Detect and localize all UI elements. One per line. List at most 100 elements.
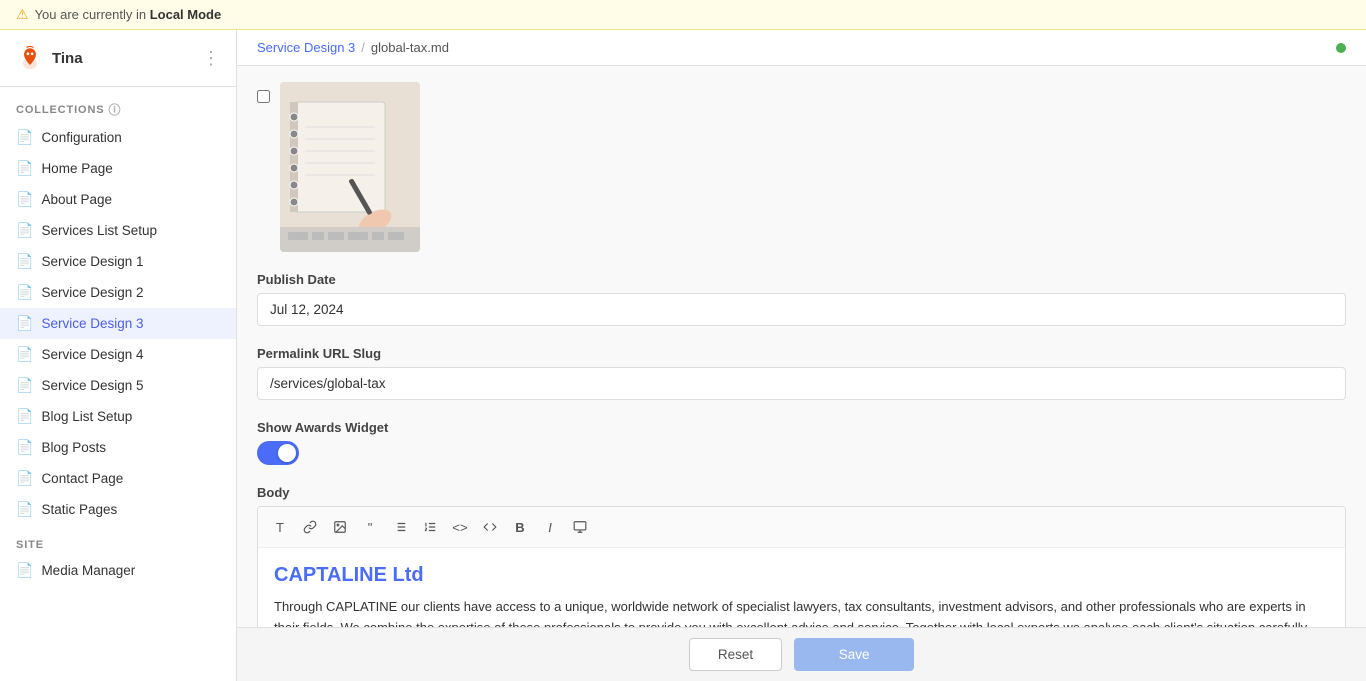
sidebar-item-service-design-4[interactable]: 📄 Service Design 4 bbox=[0, 339, 236, 370]
editor-title: CAPTALINE Ltd bbox=[274, 564, 1329, 587]
sidebar-item-label: Configuration bbox=[41, 130, 121, 145]
ol-btn[interactable] bbox=[416, 513, 444, 541]
editor-toolbar: T " bbox=[258, 507, 1345, 548]
sidebar-header: Tina ⋮ bbox=[0, 30, 236, 87]
sidebar-item-label: Blog List Setup bbox=[41, 409, 132, 424]
file-icon: 📄 bbox=[16, 160, 33, 177]
permalink-input[interactable] bbox=[257, 367, 1346, 400]
image-thumb-inner bbox=[280, 82, 420, 252]
sidebar-item-label: Service Design 3 bbox=[41, 316, 143, 331]
sidebar-item-label: Static Pages bbox=[41, 502, 117, 517]
sidebar-item-home-page[interactable]: 📄 Home Page bbox=[0, 153, 236, 184]
awards-toggle-container bbox=[257, 441, 1346, 465]
permalink-field: Permalink URL Slug bbox=[257, 346, 1346, 400]
quote-btn[interactable]: " bbox=[356, 513, 384, 541]
sidebar-item-label: Contact Page bbox=[41, 471, 123, 486]
sidebar-item-about-page[interactable]: 📄 About Page bbox=[0, 184, 236, 215]
sidebar-brand: Tina bbox=[16, 44, 83, 72]
sidebar-item-label: About Page bbox=[41, 192, 112, 207]
notebook-image bbox=[280, 82, 420, 252]
image-thumbnail bbox=[280, 82, 420, 252]
sidebar-item-static-pages[interactable]: 📄 Static Pages bbox=[0, 494, 236, 525]
italic-btn[interactable]: I bbox=[536, 513, 564, 541]
breadcrumb-separator: / bbox=[361, 40, 365, 55]
status-dot bbox=[1336, 43, 1346, 53]
file-icon: 📄 bbox=[16, 253, 33, 270]
file-icon: 📄 bbox=[16, 470, 33, 487]
sidebar-item-configuration[interactable]: 📄 Configuration bbox=[0, 122, 236, 153]
main-scroll[interactable]: Publish Date Permalink URL Slug Show Awa… bbox=[237, 66, 1366, 627]
body-field: Body T " bbox=[257, 485, 1346, 627]
embed-btn[interactable] bbox=[566, 513, 594, 541]
breadcrumb-parent[interactable]: Service Design 3 bbox=[257, 40, 355, 55]
paragraph-btn[interactable]: T bbox=[266, 513, 294, 541]
sidebar-item-service-design-3[interactable]: 📄 Service Design 3 bbox=[0, 308, 236, 339]
sidebar-menu-icon[interactable]: ⋮ bbox=[202, 48, 220, 69]
sidebar: Tina ⋮ COLLECTIONS ⓘ 📄 Configuration 📄 H… bbox=[0, 30, 237, 681]
form-content: Publish Date Permalink URL Slug Show Awa… bbox=[237, 66, 1366, 627]
sidebar-item-label: Blog Posts bbox=[41, 440, 106, 455]
sidebar-item-label: Service Design 4 bbox=[41, 347, 143, 362]
image-btn[interactable] bbox=[326, 513, 354, 541]
file-icon: 📄 bbox=[16, 191, 33, 208]
file-icon: 📄 bbox=[16, 377, 33, 394]
publish-date-label: Publish Date bbox=[257, 272, 1346, 287]
link-btn[interactable] bbox=[296, 513, 324, 541]
tina-logo bbox=[16, 44, 44, 72]
sidebar-item-services-list-setup[interactable]: 📄 Services List Setup bbox=[0, 215, 236, 246]
sidebar-item-service-design-5[interactable]: 📄 Service Design 5 bbox=[0, 370, 236, 401]
body-label: Body bbox=[257, 485, 1346, 500]
site-label: SITE bbox=[0, 525, 236, 555]
sidebar-item-service-design-1[interactable]: 📄 Service Design 1 bbox=[0, 246, 236, 277]
file-icon: 📄 bbox=[16, 562, 33, 579]
file-icon: 📄 bbox=[16, 501, 33, 518]
sidebar-item-label: Service Design 2 bbox=[41, 285, 143, 300]
awards-widget-field: Show Awards Widget bbox=[257, 420, 1346, 465]
warning-bar: ⚠ You are currently in Local Mode bbox=[0, 0, 1366, 30]
reset-button[interactable]: Reset bbox=[689, 638, 782, 671]
body-editor: T " bbox=[257, 506, 1346, 627]
editor-text: Through CAPLATINE our clients have acces… bbox=[274, 597, 1329, 627]
toggle-thumb bbox=[278, 444, 296, 462]
awards-toggle[interactable] bbox=[257, 441, 299, 465]
awards-label: Show Awards Widget bbox=[257, 420, 1346, 435]
publish-date-field: Publish Date bbox=[257, 272, 1346, 326]
codeblock-btn[interactable] bbox=[476, 513, 504, 541]
sidebar-item-label: Home Page bbox=[41, 161, 112, 176]
file-icon: 📄 bbox=[16, 346, 33, 363]
footer-bar: Reset Save bbox=[237, 627, 1366, 681]
file-icon: 📄 bbox=[16, 284, 33, 301]
editor-body[interactable]: CAPTALINE Ltd Through CAPLATINE our clie… bbox=[258, 548, 1345, 627]
breadcrumb: Service Design 3 / global-tax.md bbox=[257, 40, 449, 55]
sidebar-item-label: Service Design 1 bbox=[41, 254, 143, 269]
sidebar-item-contact-page[interactable]: 📄 Contact Page bbox=[0, 463, 236, 494]
bold-btn[interactable]: B bbox=[506, 513, 534, 541]
image-checkbox[interactable] bbox=[257, 90, 270, 103]
ul-btn[interactable] bbox=[386, 513, 414, 541]
content-area: Service Design 3 / global-tax.md bbox=[237, 30, 1366, 681]
warning-text: You are currently in Local Mode bbox=[35, 7, 222, 22]
file-icon: 📄 bbox=[16, 315, 33, 332]
file-icon: 📄 bbox=[16, 408, 33, 425]
sidebar-item-label: Media Manager bbox=[41, 563, 135, 578]
publish-date-input[interactable] bbox=[257, 293, 1346, 326]
file-icon: 📄 bbox=[16, 439, 33, 456]
breadcrumb-bar: Service Design 3 / global-tax.md bbox=[237, 30, 1366, 66]
collections-label: COLLECTIONS ⓘ bbox=[0, 87, 236, 122]
sidebar-item-blog-posts[interactable]: 📄 Blog Posts bbox=[0, 432, 236, 463]
code-btn[interactable]: <> bbox=[446, 513, 474, 541]
breadcrumb-current: global-tax.md bbox=[371, 40, 449, 55]
sidebar-item-blog-list-setup[interactable]: 📄 Blog List Setup bbox=[0, 401, 236, 432]
info-icon: ⓘ bbox=[109, 101, 122, 118]
file-icon: 📄 bbox=[16, 222, 33, 239]
sidebar-item-label: Services List Setup bbox=[41, 223, 157, 238]
sidebar-item-service-design-2[interactable]: 📄 Service Design 2 bbox=[0, 277, 236, 308]
image-preview-container bbox=[257, 82, 1346, 252]
sidebar-item-label: Service Design 5 bbox=[41, 378, 143, 393]
brand-name: Tina bbox=[52, 50, 83, 67]
permalink-label: Permalink URL Slug bbox=[257, 346, 1346, 361]
sidebar-item-media-manager[interactable]: 📄 Media Manager bbox=[0, 555, 236, 586]
warning-icon: ⚠ bbox=[16, 6, 29, 23]
file-icon: 📄 bbox=[16, 129, 33, 146]
save-button[interactable]: Save bbox=[794, 638, 914, 671]
